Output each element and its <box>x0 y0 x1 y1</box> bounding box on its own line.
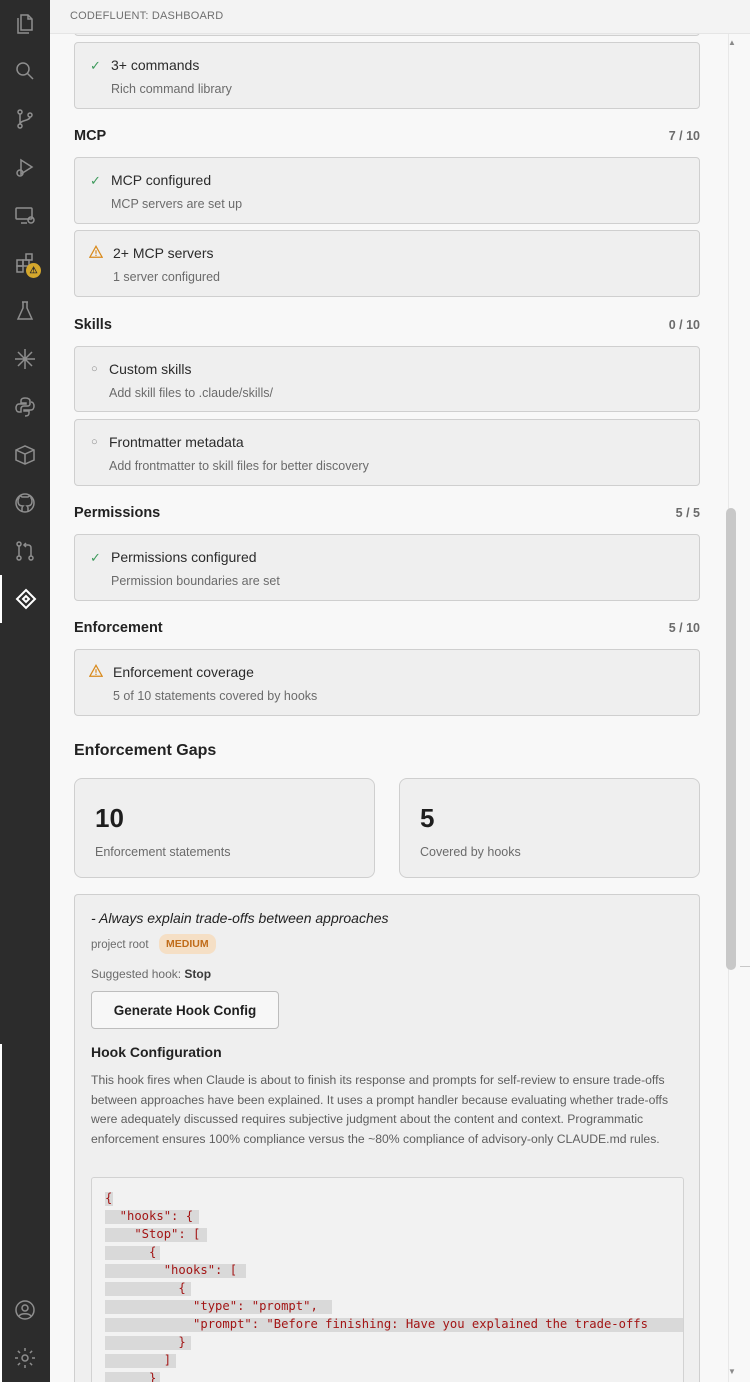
suggested-hook: Suggested hook: Stop <box>91 967 211 981</box>
item-title: Permissions configured <box>111 549 257 565</box>
section-score: 7 / 10 <box>668 129 700 143</box>
item-title: 2+ MCP servers <box>113 245 214 261</box>
item-description: Rich command library <box>111 82 232 96</box>
item-description: 5 of 10 statements covered by hooks <box>113 689 318 703</box>
panel-title: CODEFLUENT: DASHBOARD <box>70 10 224 22</box>
checklist-item: ✓ MCP configured MCP servers are set up <box>74 157 700 224</box>
warning-badge: ⚠ <box>26 263 41 278</box>
gap-card: - Always explain trade-offs between appr… <box>74 894 700 1382</box>
hook-config-code[interactable]: { "hooks": { "Stop": [ { "hooks": [ { "t… <box>91 1177 684 1382</box>
extensions-icon[interactable]: ⚠ <box>0 239 50 287</box>
check-icon: ✓ <box>90 550 101 565</box>
stat-value: 10 <box>95 803 124 833</box>
activity-bar: ⚠ <box>0 0 50 1382</box>
code-line: { <box>105 1281 186 1295</box>
item-description: Add skill files to .claude/skills/ <box>109 386 273 400</box>
code-line: "hooks": [ <box>105 1263 238 1277</box>
section-name: Skills <box>74 317 112 333</box>
item-title: 3+ commands <box>111 57 200 73</box>
hook-config-description: This hook fires when Claude is about to … <box>91 1073 669 1146</box>
section-name: Enforcement <box>74 620 163 636</box>
enforcement-gaps-title: Enforcement Gaps <box>74 742 217 759</box>
code-line: { <box>105 1191 113 1205</box>
github-icon[interactable] <box>0 479 50 527</box>
checklist-item: Enforcement coverage 5 of 10 statements … <box>74 649 700 716</box>
sparkle-icon[interactable] <box>0 335 50 383</box>
search-icon[interactable] <box>0 47 50 95</box>
section-header-skills: Skills 0 / 10 <box>74 317 700 337</box>
stat-value: 5 <box>420 803 435 833</box>
code-line: "Stop": [ <box>105 1227 201 1241</box>
warning-icon <box>89 245 103 258</box>
section-name: MCP <box>74 128 107 144</box>
remote-explorer-icon[interactable] <box>0 191 50 239</box>
stat-label: Enforcement statements <box>95 845 231 859</box>
checklist-item <box>74 34 700 36</box>
packages-icon[interactable] <box>0 431 50 479</box>
checklist-item: 2+ MCP servers 1 server configured <box>74 230 700 297</box>
checklist-item: ○ Frontmatter metadata Add frontmatter t… <box>74 419 700 486</box>
code-line: { <box>105 1245 157 1259</box>
suggested-hook-label: Suggested hook: <box>91 967 185 981</box>
section-score: 0 / 10 <box>668 318 700 332</box>
codefluent-icon[interactable] <box>0 575 50 623</box>
section-header-permissions: Permissions 5 / 5 <box>74 505 700 525</box>
code-line: } <box>105 1371 157 1382</box>
stat-card-covered: 5 Covered by hooks <box>399 778 700 878</box>
section-score: 5 / 5 <box>675 506 700 520</box>
warning-icon <box>89 664 103 677</box>
run-debug-icon[interactable] <box>0 143 50 191</box>
empty-circle-icon: ○ <box>91 436 98 448</box>
code-line: } <box>105 1335 186 1349</box>
files-icon[interactable] <box>0 0 50 48</box>
item-description: 1 server configured <box>113 270 221 284</box>
code-line: "hooks": { <box>105 1209 194 1223</box>
section-header-mcp: MCP 7 / 10 <box>74 128 700 148</box>
suggested-hook-name: Stop <box>184 967 212 981</box>
item-title: Custom skills <box>109 361 192 377</box>
item-description: Add frontmatter to skill files for bette… <box>109 459 369 473</box>
section-name: Permissions <box>74 505 161 521</box>
empty-circle-icon: ○ <box>91 363 98 375</box>
stat-label: Covered by hooks <box>420 845 521 859</box>
item-title: MCP configured <box>111 172 212 188</box>
overview-ruler-mark <box>740 966 750 967</box>
panel-header: CODEFLUENT: DASHBOARD <box>50 0 750 34</box>
code-line: ] <box>105 1353 172 1367</box>
code-line: "prompt": "Before finishing: Have you ex… <box>105 1317 648 1331</box>
check-icon: ✓ <box>90 58 101 73</box>
gap-statement: - Always explain trade-offs between appr… <box>91 910 389 926</box>
checklist-item: ✓ Permissions configured Permission boun… <box>74 534 700 601</box>
section-header-enforcement: Enforcement 5 / 10 <box>74 620 700 640</box>
gap-scope: project root <box>91 939 149 951</box>
testing-icon[interactable] <box>0 287 50 335</box>
item-description: Permission boundaries are set <box>111 574 280 588</box>
account-icon[interactable] <box>0 1286 50 1334</box>
code-line: "type": "prompt", <box>105 1299 318 1313</box>
hook-config-title: Hook Configuration <box>91 1044 222 1060</box>
item-title: Frontmatter metadata <box>109 434 244 450</box>
settings-gear-icon[interactable] <box>0 1334 50 1382</box>
python-icon[interactable] <box>0 383 50 431</box>
checklist-item: ✓ 3+ commands Rich command library <box>74 42 700 109</box>
pull-requests-icon[interactable] <box>0 527 50 575</box>
stat-card-statements: 10 Enforcement statements <box>74 778 375 878</box>
generate-hook-config-button[interactable]: Generate Hook Config <box>91 991 279 1029</box>
dashboard-content: ✓ 3+ commands Rich command library MCP 7… <box>50 34 728 1382</box>
severity-badge: MEDIUM <box>159 934 216 954</box>
check-icon: ✓ <box>90 173 101 188</box>
item-title: Enforcement coverage <box>113 664 254 680</box>
source-control-icon[interactable] <box>0 95 50 143</box>
item-description: MCP servers are set up <box>111 197 243 211</box>
section-score: 5 / 10 <box>668 621 700 635</box>
checklist-item: ○ Custom skills Add skill files to .clau… <box>74 346 700 412</box>
